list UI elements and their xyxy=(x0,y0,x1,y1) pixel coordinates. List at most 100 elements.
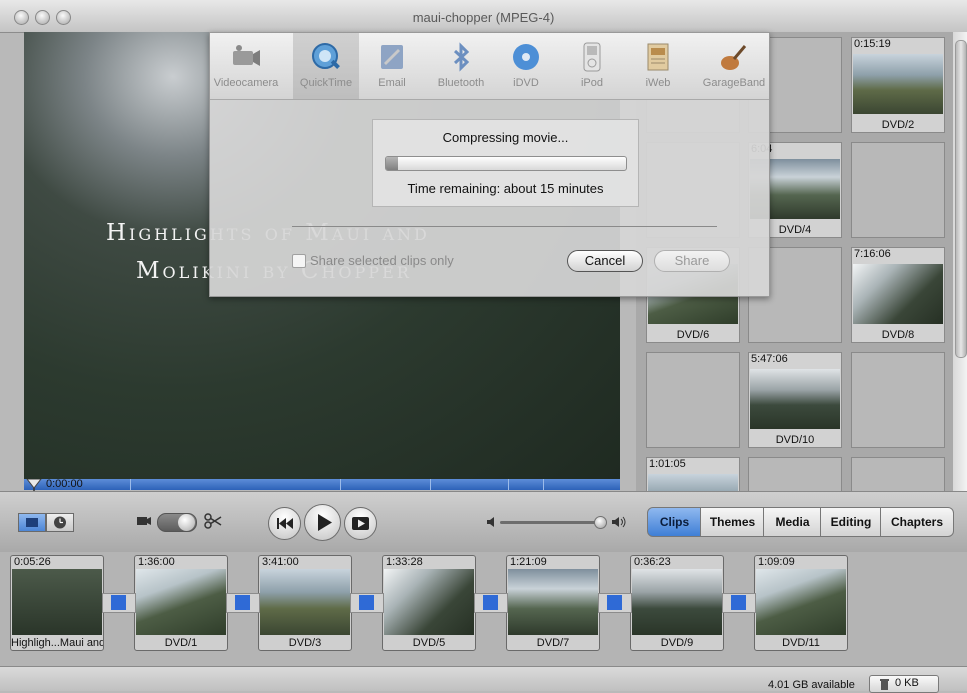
play-icon xyxy=(318,514,332,531)
clip-cell[interactable] xyxy=(851,352,945,448)
share-tab-label: Bluetooth xyxy=(437,77,485,89)
timeline-clip[interactable]: 0:05:26 Highligh...Maui and xyxy=(10,555,104,651)
share-tab-ipod[interactable]: iPod xyxy=(562,33,622,99)
clips-scrollbar-thumb[interactable] xyxy=(955,40,967,358)
share-tab-bluetooth[interactable]: Bluetooth xyxy=(431,33,491,99)
transition-icon xyxy=(731,595,746,610)
progress-time-remaining: Time remaining: about 15 minutes xyxy=(407,181,604,196)
timeline-clip-duration: 1:36:00 xyxy=(138,556,175,568)
scrubber-bar[interactable] xyxy=(24,479,620,490)
timeline-clip[interactable]: 1:36:00 DVD/1 xyxy=(134,555,228,651)
play-button[interactable] xyxy=(304,504,341,541)
clip-cell[interactable]: 0:15:19 DVD/2 xyxy=(851,37,945,133)
share-tab-videocamera[interactable]: Videocamera xyxy=(210,33,282,99)
share-selected-checkbox[interactable] xyxy=(292,254,306,268)
timeline-clip-duration: 0:36:23 xyxy=(634,556,671,568)
clip-thumbnail xyxy=(750,369,840,429)
clip-name: DVD/2 xyxy=(881,119,915,131)
timeline-view-button[interactable] xyxy=(46,513,74,532)
timeline-clip[interactable]: 1:21:09 DVD/7 xyxy=(506,555,600,651)
clip-cell[interactable] xyxy=(748,457,842,491)
rewind-button[interactable] xyxy=(268,507,301,540)
transition-icon xyxy=(235,595,250,610)
clip-cell[interactable] xyxy=(646,352,740,448)
timeline-clip-duration: 0:05:26 xyxy=(14,556,51,568)
share-tab-label: QuickTime xyxy=(299,77,353,89)
tab-themes[interactable]: Themes xyxy=(700,507,765,537)
volume-high-icon xyxy=(612,516,626,528)
share-tab-garageband[interactable]: GarageBand xyxy=(698,33,770,99)
timeline-clip-name: Highligh...Maui and xyxy=(11,637,103,649)
progress-title: Compressing movie... xyxy=(442,130,569,145)
idvd-icon xyxy=(513,44,539,70)
share-tab-email[interactable]: Email xyxy=(362,33,422,99)
transition-icon xyxy=(359,595,374,610)
transition-marker[interactable] xyxy=(102,593,136,613)
share-tab-quicktime[interactable]: QuickTime xyxy=(293,33,359,99)
progress-fill xyxy=(386,157,398,170)
share-tab-label: iDVD xyxy=(513,77,539,89)
garageband-icon xyxy=(721,45,747,70)
share-tab-label: Videocamera xyxy=(213,77,279,89)
window-title: maui-chopper (MPEG-4) xyxy=(412,10,555,25)
clip-name: DVD/10 xyxy=(775,434,815,446)
trash-button[interactable]: 0 KB xyxy=(869,675,939,693)
timeline-clip-name: DVD/9 xyxy=(660,637,694,649)
clip-cell[interactable]: 5:47:06 DVD/10 xyxy=(748,352,842,448)
cancel-button[interactable]: Cancel xyxy=(567,250,643,272)
timeline-clip-duration: 1:21:09 xyxy=(510,556,547,568)
tab-clips[interactable]: Clips xyxy=(647,507,702,537)
volume-slider-knob[interactable] xyxy=(594,516,607,529)
share-sheet: Videocamera QuickTime Email Bluetooth iD… xyxy=(209,32,770,297)
rewind-icon xyxy=(277,518,293,529)
fullscreen-play-icon xyxy=(352,517,369,530)
timecode: 0:00:00 xyxy=(46,478,83,490)
tab-media[interactable]: Media xyxy=(763,507,822,537)
share-button[interactable]: Share xyxy=(654,250,730,272)
dialog-divider xyxy=(292,226,717,227)
timeline-clip-name: DVD/1 xyxy=(164,637,198,649)
transition-marker[interactable] xyxy=(598,593,632,613)
transition-marker[interactable] xyxy=(722,593,756,613)
clip-cell[interactable] xyxy=(851,142,945,238)
timeline-clip-thumbnail xyxy=(136,569,226,635)
volume-slider[interactable] xyxy=(500,521,600,524)
play-fullscreen-button[interactable] xyxy=(344,507,377,540)
camera-edit-mode-switch[interactable] xyxy=(157,513,197,532)
clip-view-button[interactable] xyxy=(18,513,46,532)
timeline-clip-name: DVD/7 xyxy=(536,637,570,649)
timeline-clip-name: DVD/11 xyxy=(782,637,820,649)
transition-marker[interactable] xyxy=(226,593,260,613)
share-tab-label: iWeb xyxy=(645,77,671,89)
timeline-clip[interactable]: 3:41:00 DVD/3 xyxy=(258,555,352,651)
bluetooth-icon xyxy=(453,42,470,72)
compression-progress-bar xyxy=(385,156,627,171)
timeline-clip-name: DVD/3 xyxy=(288,637,322,649)
timeline-clip-thumbnail xyxy=(756,569,846,635)
videocamera-icon xyxy=(233,45,260,66)
volume-low-icon xyxy=(487,517,494,527)
filmstrip-icon xyxy=(26,518,38,527)
timeline-clip[interactable]: 1:33:28 DVD/5 xyxy=(382,555,476,651)
trash-icon xyxy=(880,679,889,690)
disk-space-available: 4.01 GB available xyxy=(768,679,855,691)
timeline-clip[interactable]: 0:36:23 DVD/9 xyxy=(630,555,724,651)
tab-editing[interactable]: Editing xyxy=(820,507,882,537)
timeline-clip[interactable]: 1:09:09 DVD/11 xyxy=(754,555,848,651)
clip-thumbnail xyxy=(853,54,943,114)
clock-icon xyxy=(54,516,66,529)
transition-icon xyxy=(607,595,622,610)
iweb-icon xyxy=(647,43,669,71)
share-tab-idvd[interactable]: iDVD xyxy=(496,33,556,99)
clip-cell[interactable]: 1:01:05 xyxy=(646,457,740,491)
tab-chapters[interactable]: Chapters xyxy=(880,507,954,537)
share-tab-iweb[interactable]: iWeb xyxy=(628,33,688,99)
timeline-clip-thumbnail xyxy=(12,569,102,635)
transition-marker[interactable] xyxy=(474,593,508,613)
clip-cell[interactable]: 7:16:06 DVD/8 xyxy=(851,247,945,343)
timeline-clip-thumbnail xyxy=(632,569,722,635)
transition-icon xyxy=(483,595,498,610)
transition-marker[interactable] xyxy=(350,593,384,613)
share-tab-label: Email xyxy=(378,77,406,89)
clip-cell[interactable] xyxy=(851,457,945,491)
